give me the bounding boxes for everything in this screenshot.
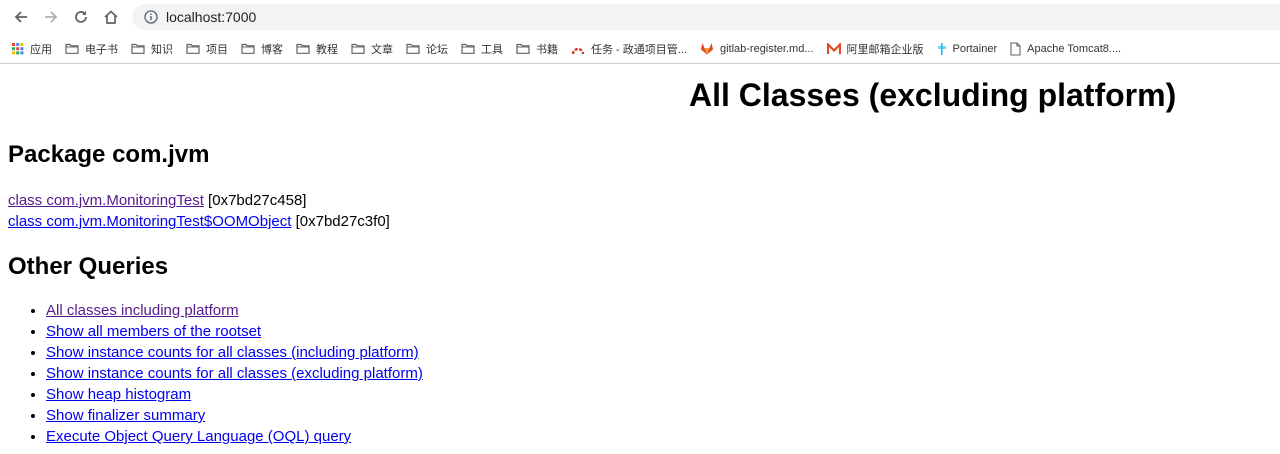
bookmark-label: 项目 (206, 43, 228, 56)
reload-icon (75, 11, 87, 23)
apps-grid-icon (12, 42, 24, 55)
folder-icon (351, 43, 365, 54)
query-link-finalizer-summary[interactable]: Show finalizer summary (46, 407, 205, 424)
folder-icon (186, 43, 200, 54)
folder-icon (65, 43, 79, 54)
bookmark-label: Apache Tomcat8.... (1027, 42, 1122, 55)
query-link-instance-counts-excluding[interactable]: Show instance counts for all classes (ex… (46, 365, 423, 382)
bookmark-label: 工具 (481, 43, 503, 56)
bookmark-item[interactable]: 工具 (461, 41, 503, 57)
bookmark-label: 应用 (30, 43, 52, 56)
forward-arrow-icon (45, 11, 58, 23)
bookmark-item[interactable]: 教程 (296, 41, 338, 57)
query-link-instance-counts-including[interactable]: Show instance counts for all classes (in… (46, 344, 419, 361)
home-button[interactable] (98, 4, 124, 30)
package-heading: Package com.jvm (8, 141, 210, 168)
bookmark-label: 论坛 (426, 43, 448, 56)
folder-icon (131, 43, 145, 54)
list-item: All classes including platform (46, 300, 423, 321)
bookmark-label: Portainer (952, 42, 998, 55)
bookmark-item[interactable]: Apache Tomcat8.... (1010, 41, 1122, 56)
bookmark-item[interactable]: 论坛 (406, 41, 448, 57)
list-item: Show all members of the rootset (46, 321, 423, 342)
reload-button[interactable] (68, 4, 94, 30)
query-link-rootset[interactable]: Show all members of the rootset (46, 323, 261, 340)
forward-button[interactable] (38, 4, 64, 30)
list-item: Show instance counts for all classes (in… (46, 342, 423, 363)
folder-icon (241, 43, 255, 54)
bookmark-item[interactable]: gitlab-register.md... (700, 42, 814, 55)
bookmark-label: 电子书 (85, 43, 118, 56)
bookmark-item[interactable]: 任务 - 政通项目管... (571, 41, 687, 57)
bookmark-item[interactable]: 文章 (351, 41, 393, 57)
info-icon[interactable] (144, 10, 158, 24)
folder-icon (406, 43, 420, 54)
bookmark-label: 阿里邮箱企业版 (846, 43, 924, 56)
query-link-heap-histogram[interactable]: Show heap histogram (46, 386, 191, 403)
list-item: Show heap histogram (46, 384, 423, 405)
class-row: class com.jvm.MonitoringTest$OOMObject [… (8, 211, 390, 232)
folder-icon (296, 43, 310, 54)
bookmark-item[interactable]: 知识 (131, 41, 173, 57)
query-link-all-classes-including-platform[interactable]: All classes including platform (46, 302, 239, 319)
bookmark-item[interactable]: 博客 (241, 41, 283, 57)
list-item: Execute Object Query Language (OQL) quer… (46, 426, 423, 447)
bookmarks-bar: 应用 电子书 知识 项目 博客 教程 文章 论坛 工具 书籍 任务 - 政通项目管... gitlab… (0, 34, 1280, 64)
class-address: [0x7bd27c3f0] (291, 213, 390, 230)
folder-icon (516, 43, 530, 54)
back-arrow-icon (14, 11, 27, 23)
browser-toolbar: localhost:7000 (0, 0, 1280, 34)
gitlab-fox-icon (700, 42, 714, 55)
bookmark-item[interactable]: 书籍 (516, 41, 558, 57)
page-content: All Classes (excluding platform) Package… (0, 64, 1280, 454)
bookmark-label: 教程 (316, 43, 338, 56)
class-link-oomobject[interactable]: class com.jvm.MonitoringTest$OOMObject (8, 213, 291, 230)
bookmark-label: 书籍 (536, 43, 558, 56)
bookmark-label: gitlab-register.md... (719, 42, 814, 55)
other-queries-heading: Other Queries (8, 253, 169, 280)
class-list: class com.jvm.MonitoringTest [0x7bd27c45… (8, 190, 390, 232)
url-text: localhost:7000 (166, 9, 257, 25)
task-arc-icon (571, 43, 585, 55)
mail-m-icon (826, 42, 841, 55)
bookmark-item[interactable]: 应用 (12, 41, 52, 57)
back-button[interactable] (8, 4, 34, 30)
portainer-icon (937, 42, 947, 56)
bookmark-label: 博客 (261, 43, 283, 56)
bookmark-label: 知识 (151, 43, 173, 56)
page-icon (1010, 41, 1021, 56)
bookmark-item[interactable]: 项目 (186, 41, 228, 57)
bookmark-item[interactable]: Portainer (937, 42, 998, 56)
query-link-oql[interactable]: Execute Object Query Language (OQL) quer… (46, 428, 351, 445)
class-link-monitoringtest[interactable]: class com.jvm.MonitoringTest (8, 192, 204, 209)
queries-list: All classes including platform Show all … (0, 300, 423, 447)
list-item: Show finalizer summary (46, 405, 423, 426)
home-icon (104, 10, 118, 24)
bookmark-label: 文章 (371, 43, 393, 56)
class-row: class com.jvm.MonitoringTest [0x7bd27c45… (8, 190, 390, 211)
folder-icon (461, 43, 475, 54)
page-title: All Classes (excluding platform) (689, 77, 1177, 113)
class-address: [0x7bd27c458] (203, 192, 307, 209)
bookmark-label: 任务 - 政通项目管... (591, 43, 687, 56)
bookmark-item[interactable]: 电子书 (65, 41, 118, 57)
address-bar[interactable]: localhost:7000 (132, 4, 1280, 30)
list-item: Show instance counts for all classes (ex… (46, 363, 423, 384)
bookmark-item[interactable]: 阿里邮箱企业版 (826, 41, 924, 57)
